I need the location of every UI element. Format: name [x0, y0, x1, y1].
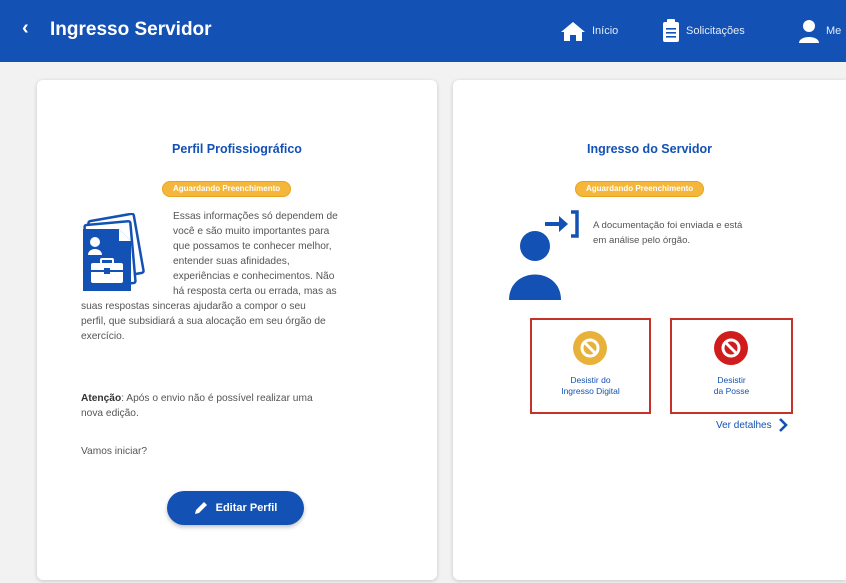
edit-profile-button[interactable]: Editar Perfil	[167, 491, 304, 525]
withdraw-digital-line: Desistir do	[570, 375, 611, 385]
chevron-right-icon	[778, 418, 788, 432]
nav-home-label: Início	[592, 25, 619, 37]
full-line: perfil, que subsidiará a sua alocação em…	[81, 316, 326, 327]
view-details-label: Ver detalhes	[716, 419, 772, 431]
attention-text: Atenção: Após o envio não é possível rea…	[81, 391, 313, 421]
pencil-icon	[194, 502, 207, 514]
edit-profile-label: Editar Perfil	[215, 502, 278, 514]
profile-card-title: Perfil Profissiográfico	[172, 142, 302, 156]
back-icon[interactable]: ‹	[22, 17, 29, 40]
documents-icon	[83, 213, 145, 291]
full-line: suas respostas sinceras ajudarão a compo…	[81, 301, 306, 312]
withdraw-possession-button[interactable]: Desistir da Posse	[670, 318, 793, 414]
nav-profile-label: Me	[826, 25, 842, 37]
intro-line: experiências e conhecimentos. Não	[173, 271, 335, 282]
intro-line: há resposta certa ou errada, mas as	[173, 286, 337, 297]
intro-text-block: Essas informações só dependem de você e …	[173, 209, 338, 299]
withdraw-digital-onboarding-button[interactable]: Desistir do Ingresso Digital	[530, 318, 651, 414]
profile-card: Perfil Profissiográfico Aguardando Preen…	[37, 80, 437, 580]
nav-requests[interactable]: Solicitações	[662, 18, 745, 44]
onboarding-card: Ingresso do Servidor Aguardando Preenchi…	[453, 80, 846, 580]
nav-profile[interactable]: Me	[798, 18, 841, 44]
status-message-line: em análise pelo órgão.	[593, 235, 691, 246]
intro-line: que possamos te conhecer melhor,	[173, 241, 332, 252]
status-message-line: A documentação foi enviada e está	[593, 220, 743, 231]
yellow-ban-icon	[573, 331, 607, 365]
intro-line: entender suas afinidades,	[173, 256, 290, 267]
status-badge: Aguardando Preenchimento	[575, 181, 705, 197]
status-badge: Aguardando Preenchimento	[162, 181, 292, 197]
withdraw-possession-line: da Posse	[713, 386, 750, 396]
top-bar: ‹ Ingresso Servidor Início Solicitações …	[0, 0, 846, 62]
attention-label: Atenção	[81, 393, 122, 404]
view-details-link[interactable]: Ver detalhes	[716, 418, 788, 432]
withdraw-digital-label: Desistir do Ingresso Digital	[532, 375, 649, 397]
full-text-block: suas respostas sinceras ajudarão a compo…	[81, 299, 326, 344]
intro-line: você e são muito importantes para	[173, 226, 330, 237]
clipboard-icon	[663, 19, 679, 42]
intro-line: Essas informações só dependem de	[173, 211, 338, 222]
attention-body-2: nova edição.	[81, 408, 139, 419]
attention-body: : Após o envio não é possível realizar u…	[121, 393, 313, 404]
red-ban-icon	[714, 331, 748, 365]
withdraw-possession-label: Desistir da Posse	[672, 375, 791, 397]
app-title: Ingresso Servidor	[50, 19, 212, 40]
full-line: exercício.	[81, 331, 125, 342]
user-icon	[799, 20, 819, 43]
status-message: A documentação foi enviada e está em aná…	[593, 218, 742, 248]
start-question: Vamos iniciar?	[81, 446, 148, 457]
nav-requests-label: Solicitações	[686, 25, 745, 37]
nav-home[interactable]: Início	[560, 18, 618, 44]
user-login-icon	[509, 210, 579, 300]
home-icon	[561, 22, 585, 41]
withdraw-digital-line: Ingresso Digital	[561, 386, 620, 396]
withdraw-possession-line: Desistir	[717, 375, 746, 385]
onboarding-card-title: Ingresso do Servidor	[586, 142, 713, 156]
